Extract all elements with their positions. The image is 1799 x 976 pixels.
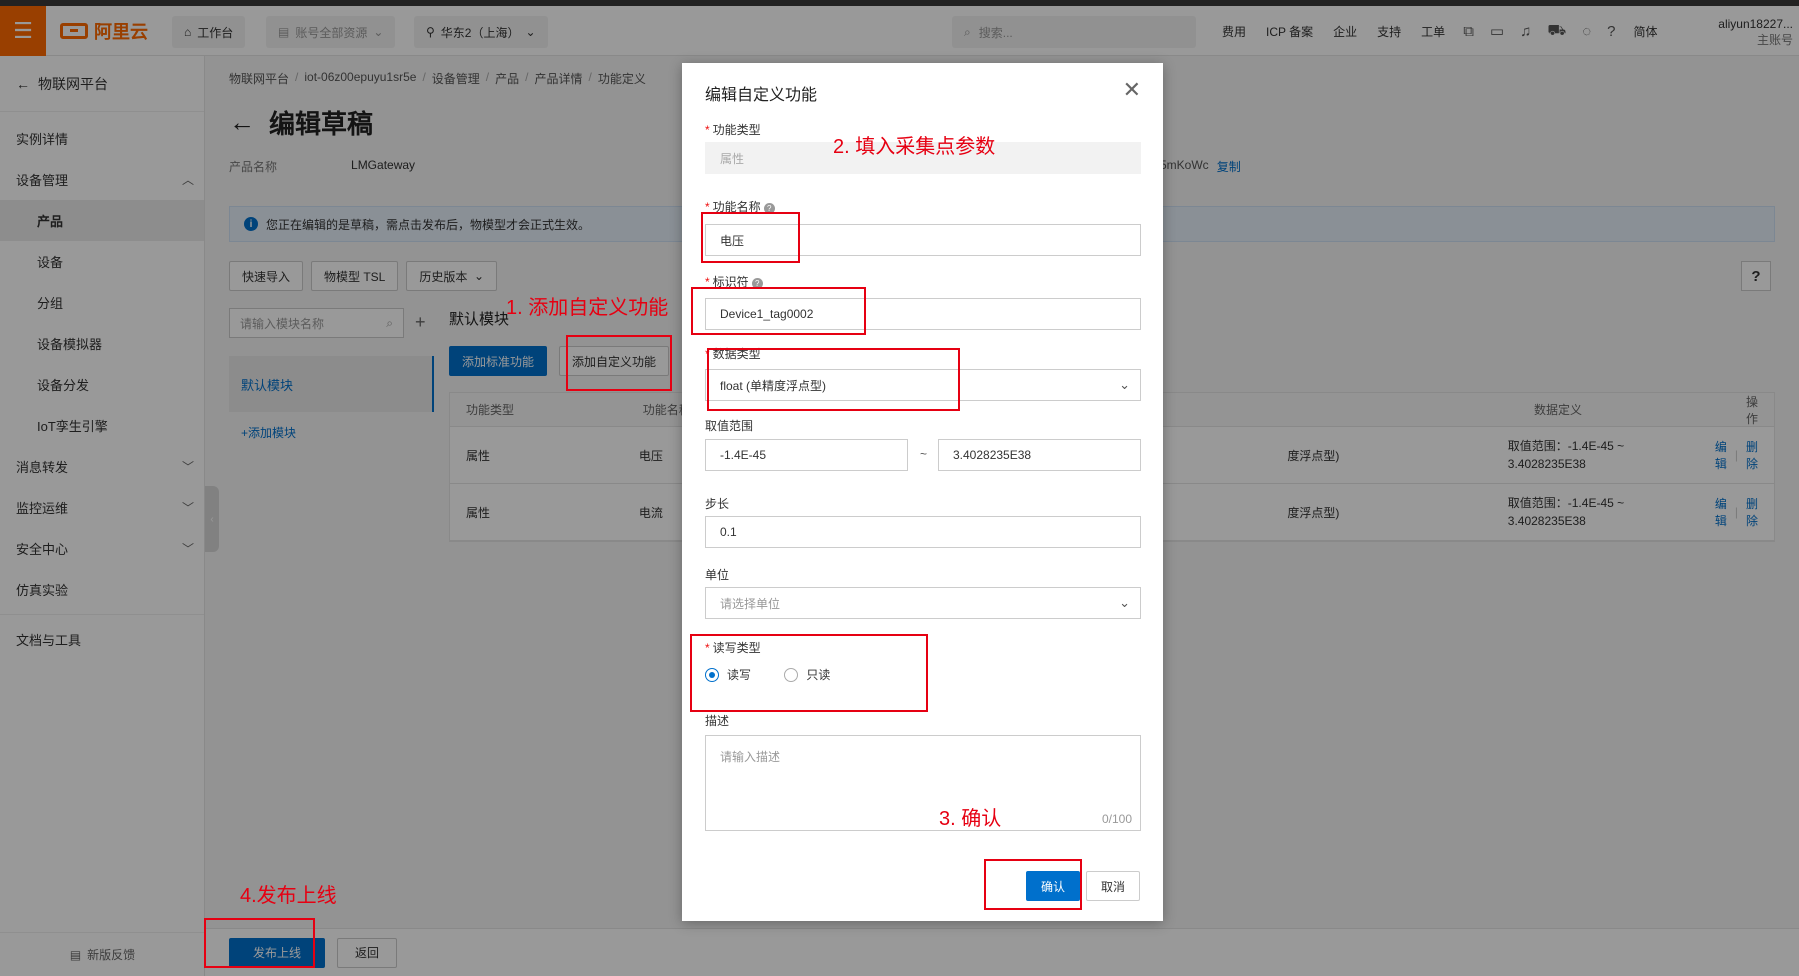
range-label: 取值范围 [705,417,753,434]
annotation-box-identifier [691,287,866,335]
chevron-down-icon: ⌄ [1119,595,1130,610]
step-input[interactable]: 0.1 [705,516,1141,548]
func-type-label: * 功能类型 [705,121,761,138]
required-mark: * [705,123,710,137]
annotation-box-rw-type [690,634,928,712]
label-text: 步长 [705,497,730,511]
edit-custom-function-dialog: 编辑自定义功能 ✕ * 功能类型 属性 * 功能名称? 电压 * 标识符? Devic… [682,63,1163,921]
field-value: 3.4028235E38 [953,448,1032,462]
cancel-button[interactable]: 取消 [1086,871,1140,901]
field-placeholder: 请选择单位 [720,596,781,611]
field-value: 属性 [720,151,745,166]
chevron-down-icon: ⌄ [1119,377,1130,392]
desc-textarea[interactable]: 请输入描述 0/100 [705,735,1141,831]
field-value: 0.1 [720,525,737,539]
desc-placeholder: 请输入描述 [720,750,781,764]
annotation-box-add-custom [566,335,672,391]
annotation-box-func-name [701,212,800,263]
label-text: 功能类型 [712,123,761,137]
field-value: -1.4E-45 [720,448,767,462]
unit-label: 单位 [705,566,729,583]
label-text: 描述 [705,714,730,728]
unit-select[interactable]: 请选择单位 ⌄ [705,587,1141,619]
annotation-step-4: 4.发布上线 [240,885,337,907]
annotation-box-confirm [984,859,1082,910]
range-min-input[interactable]: -1.4E-45 [705,439,908,471]
char-counter: 0/100 [1101,812,1132,826]
desc-label: 描述 [705,712,729,729]
dialog-title: 编辑自定义功能 [705,87,818,104]
annotation-step-2: 2. 填入采集点参数 [833,136,996,158]
close-icon[interactable]: ✕ [1123,77,1141,103]
annotation-step-1: 1. 添加自定义功能 [506,297,669,319]
range-separator: ~ [920,447,928,461]
annotation-box-publish [204,918,315,968]
range-max-input[interactable]: 3.4028235E38 [938,439,1141,471]
annotation-box-data-type [707,348,960,411]
label-text: 取值范围 [705,419,754,433]
annotation-step-3: 3. 确认 [939,808,1002,830]
label-text: 单位 [705,568,730,582]
step-label: 步长 [705,495,729,512]
